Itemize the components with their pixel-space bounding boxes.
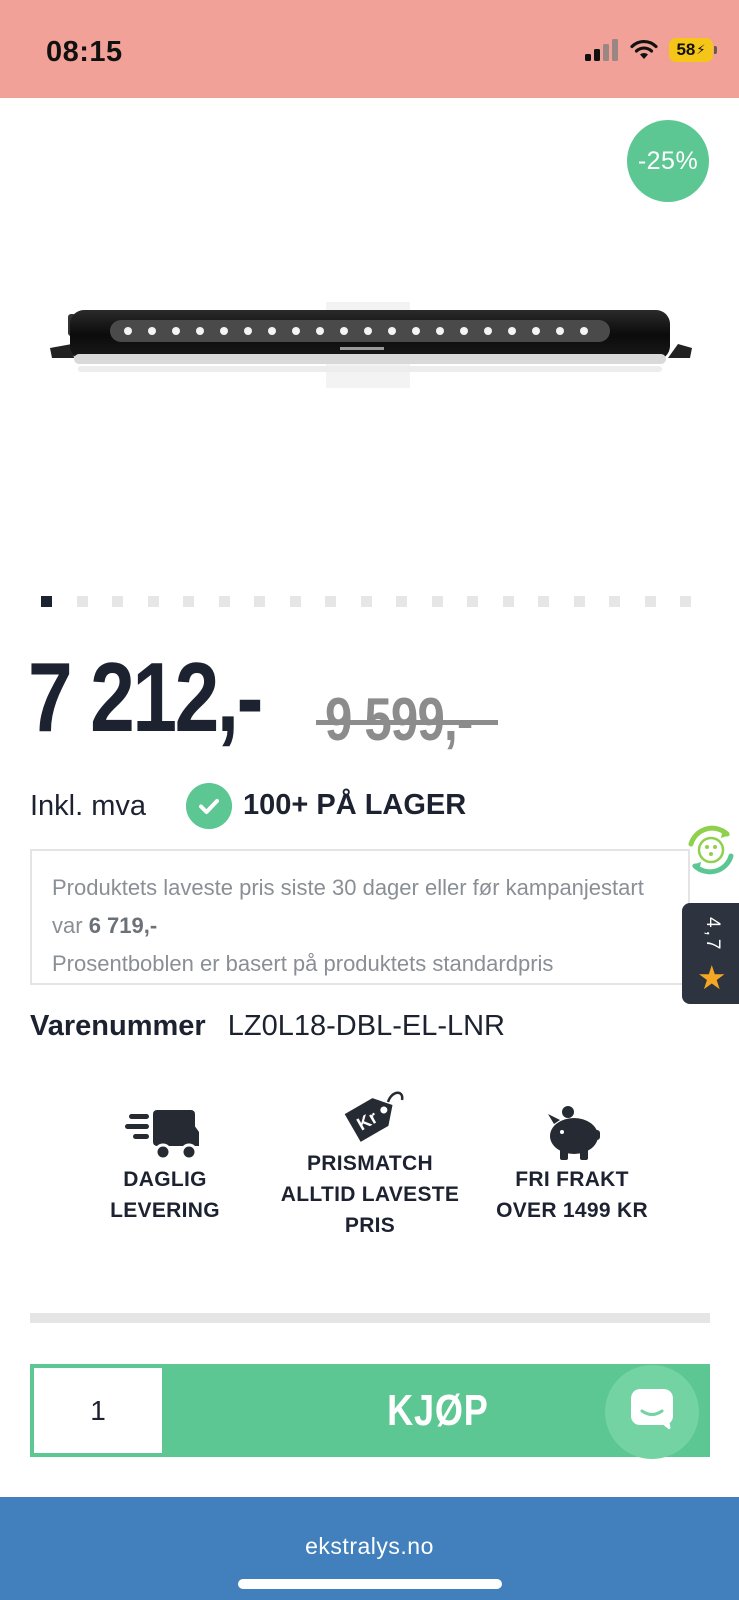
carousel-dot[interactable] xyxy=(183,596,194,607)
rating-value: 4,7 xyxy=(702,917,723,953)
feature-label-line1: FRI FRAKT xyxy=(515,1168,629,1191)
battery-level: 58 xyxy=(676,40,696,59)
carousel-dot[interactable] xyxy=(325,596,336,607)
price-info-box: Produktets laveste pris siste 30 dager e… xyxy=(30,849,690,985)
feature-label-line3: PRIS xyxy=(344,1214,396,1237)
carousel-dot[interactable] xyxy=(361,596,372,607)
discount-badge: -25% xyxy=(627,120,709,202)
buy-button-label: KJØP xyxy=(387,1386,489,1435)
price-tag-icon: Kr xyxy=(344,1091,404,1142)
star-icon: ★ xyxy=(697,959,727,996)
carousel-dot[interactable] xyxy=(112,596,123,607)
original-price-strikethrough xyxy=(316,720,498,725)
carousel-dot[interactable] xyxy=(680,596,691,607)
carousel-dot[interactable] xyxy=(503,596,514,607)
feature-label-line2: LEVERING xyxy=(110,1199,220,1222)
status-time: 08:15 xyxy=(46,36,123,68)
feature-label-line2: ALLTID LAVESTE xyxy=(280,1183,460,1206)
home-indicator xyxy=(238,1579,502,1589)
status-icons: 58 ⚡ xyxy=(585,38,717,62)
divider xyxy=(30,1313,710,1323)
carousel-dot[interactable] xyxy=(41,596,52,607)
checkmark-icon xyxy=(186,783,232,829)
current-price: 7 212,- xyxy=(28,642,263,752)
feature-label-line1: DAGLIG xyxy=(123,1168,207,1191)
feature-daily-delivery: DAGLIG LEVERING xyxy=(65,1100,265,1226)
carousel-dot[interactable] xyxy=(77,596,88,607)
lowest-price-value: 6 719,- xyxy=(88,913,158,938)
stock-status: 100+ PÅ LAGER xyxy=(243,789,467,821)
feature-price-match: Kr PRISMATCH ALLTID LAVESTE PRIS xyxy=(270,1084,470,1241)
carousel-dot[interactable] xyxy=(290,596,301,607)
rating-badge[interactable]: 4,7 ★ xyxy=(682,903,739,1004)
carousel-dot[interactable] xyxy=(574,596,585,607)
carousel-dot[interactable] xyxy=(538,596,549,607)
delivery-truck-icon xyxy=(125,1110,199,1161)
carousel-dot[interactable] xyxy=(432,596,443,607)
carousel-dot[interactable] xyxy=(645,596,656,607)
feature-label-line2: OVER 1499 KR xyxy=(496,1199,648,1222)
chat-button[interactable] xyxy=(605,1365,699,1459)
carousel-dot[interactable] xyxy=(396,596,407,607)
quantity-input[interactable]: 1 xyxy=(30,1364,166,1457)
vat-label: Inkl. mva xyxy=(30,790,147,822)
carousel-dot[interactable] xyxy=(219,596,230,607)
loyalty-points-icon[interactable] xyxy=(683,822,739,878)
piggy-bank-icon xyxy=(548,1106,600,1160)
url-text[interactable]: ekstralys.no xyxy=(0,1533,739,1560)
product-image[interactable] xyxy=(40,300,700,400)
feature-free-shipping: FRI FRAKT OVER 1499 KR xyxy=(472,1100,672,1226)
discount-basis-text: Prosentboblen er basert på produktets st… xyxy=(52,951,554,976)
carousel-dot[interactable] xyxy=(254,596,265,607)
carousel-dots xyxy=(41,596,691,608)
sku-row: Varenummer LZ0L18-DBL-EL-LNR xyxy=(30,1010,505,1043)
sku-label: Varenummer xyxy=(30,1010,206,1042)
wifi-icon xyxy=(630,39,658,59)
battery-icon: 58 ⚡ xyxy=(669,38,717,62)
feature-label-line1: PRISMATCH xyxy=(307,1152,433,1175)
status-bar: 08:15 58 ⚡ xyxy=(0,0,739,98)
chat-icon xyxy=(631,1389,673,1431)
signal-icon xyxy=(585,39,618,61)
carousel-dot[interactable] xyxy=(148,596,159,607)
carousel-dot[interactable] xyxy=(467,596,478,607)
carousel-dot[interactable] xyxy=(609,596,620,607)
browser-url-bar[interactable]: ekstralys.no xyxy=(0,1497,739,1600)
sku-value: LZ0L18-DBL-EL-LNR xyxy=(227,1010,505,1042)
